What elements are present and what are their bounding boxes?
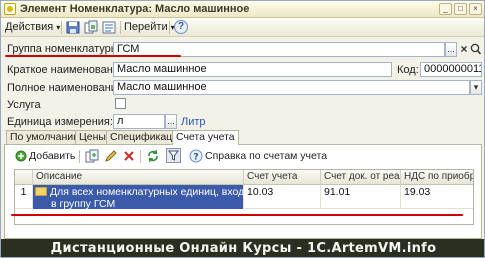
full-name-field[interactable]: Масло машинное: [113, 80, 470, 95]
group-label: Группа номенклатуры:: [7, 43, 122, 55]
column-vat-account[interactable]: НДС по приобр...: [401, 170, 473, 185]
unit-field[interactable]: л: [113, 114, 165, 129]
filter-icon[interactable]: [166, 148, 181, 163]
row-description[interactable]: Для всех номенклатурных единиц, входящих…: [33, 185, 270, 210]
refresh-icon[interactable]: [146, 149, 160, 163]
service-label: Услуга: [7, 99, 41, 111]
unit-link[interactable]: Литр: [181, 116, 206, 128]
window-title: Элемент Номенклатура: Масло машинное: [20, 3, 250, 15]
table-row[interactable]: 1 Для всех номенклатурных единиц, входящ…: [15, 185, 473, 210]
table-header: Описание Счет учета Счет док. от реал. Н…: [15, 170, 473, 185]
svg-text:?: ?: [193, 153, 198, 163]
course-banner: Дистанционные Онлайн Курсы - 1C.ArtemVM.…: [1, 239, 484, 257]
row-account[interactable]: 10.03: [244, 185, 321, 209]
app-icon: [4, 3, 16, 15]
nomenclature-window: Элемент Номенклатура: Масло машинное _ □…: [0, 0, 485, 258]
code-field[interactable]: 00000000115: [420, 62, 482, 77]
title-bar: Элемент Номенклатура: Масло машинное _ □…: [1, 1, 484, 18]
help-icon[interactable]: ?: [174, 20, 188, 34]
description-line2: в группу ГСМ: [51, 198, 116, 210]
window-controls: _ □ ×: [439, 3, 482, 15]
toolbar: Действия ▾ Перейти ▾ ?: [1, 18, 484, 37]
tab-defaults[interactable]: По умолчанию: [6, 130, 86, 144]
row-number: 1: [15, 185, 33, 209]
folder-icon: [35, 187, 47, 196]
chevron-down-icon: ▾: [56, 23, 61, 32]
save-icon[interactable]: [65, 20, 81, 35]
add-icon[interactable]: [15, 149, 27, 163]
delete-icon[interactable]: [123, 149, 135, 163]
actions-menu[interactable]: Действия ▾: [5, 20, 60, 35]
accounts-toolbar: Добавить ? Справка по счетам учета: [9, 148, 479, 164]
accounts-tab-panel: Добавить ? Справка по счетам учета Описа…: [4, 144, 482, 239]
actions-label: Действия: [5, 21, 54, 33]
short-name-label: Краткое наименование:: [7, 64, 129, 76]
minimize-icon[interactable]: _: [439, 3, 452, 15]
edit-icon[interactable]: [104, 149, 118, 163]
clear-icon[interactable]: ×: [458, 42, 470, 57]
table-highlight-underline: [11, 214, 463, 216]
structure-icon[interactable]: [101, 20, 117, 35]
row-sales-doc-account[interactable]: 91.01: [321, 185, 401, 209]
open-icon[interactable]: [470, 42, 482, 57]
unit-label: Единица измерения:: [7, 116, 113, 128]
copy-document-icon[interactable]: [83, 20, 99, 35]
close-icon[interactable]: ×: [469, 3, 482, 15]
full-name-dropdown-button[interactable]: ▾: [470, 80, 482, 95]
service-checkbox[interactable]: [115, 98, 126, 109]
accounts-help-button[interactable]: Справка по счетам учета: [205, 150, 327, 162]
row-vat-account[interactable]: 19.03: [401, 185, 473, 209]
tab-accounts[interactable]: Счета учета: [172, 130, 239, 145]
copy-icon[interactable]: [85, 149, 99, 163]
column-description[interactable]: Описание: [33, 170, 244, 185]
full-name-label: Полное наименование:: [7, 82, 127, 94]
accounts-table: Описание Счет учета Счет док. от реал. Н…: [14, 169, 474, 225]
go-label: Перейти: [124, 21, 168, 33]
help-icon[interactable]: ?: [189, 149, 203, 163]
column-account[interactable]: Счет учета: [244, 170, 321, 185]
maximize-icon[interactable]: □: [454, 3, 467, 15]
unit-select-button[interactable]: ...: [165, 114, 177, 129]
description-line1: Для всех номенклатурных единиц, входящих: [50, 186, 270, 198]
tab-prices[interactable]: Цены: [75, 130, 110, 144]
group-select-button[interactable]: ...: [445, 42, 457, 57]
short-name-field[interactable]: Масло машинное: [113, 62, 392, 77]
column-sales-doc-account[interactable]: Счет док. от реал.: [321, 170, 401, 185]
group-highlight-underline: [5, 55, 181, 57]
code-label: Код:: [397, 64, 419, 76]
go-menu[interactable]: Перейти ▾: [124, 20, 175, 35]
add-button[interactable]: Добавить: [29, 150, 75, 162]
column-number: [15, 170, 33, 185]
